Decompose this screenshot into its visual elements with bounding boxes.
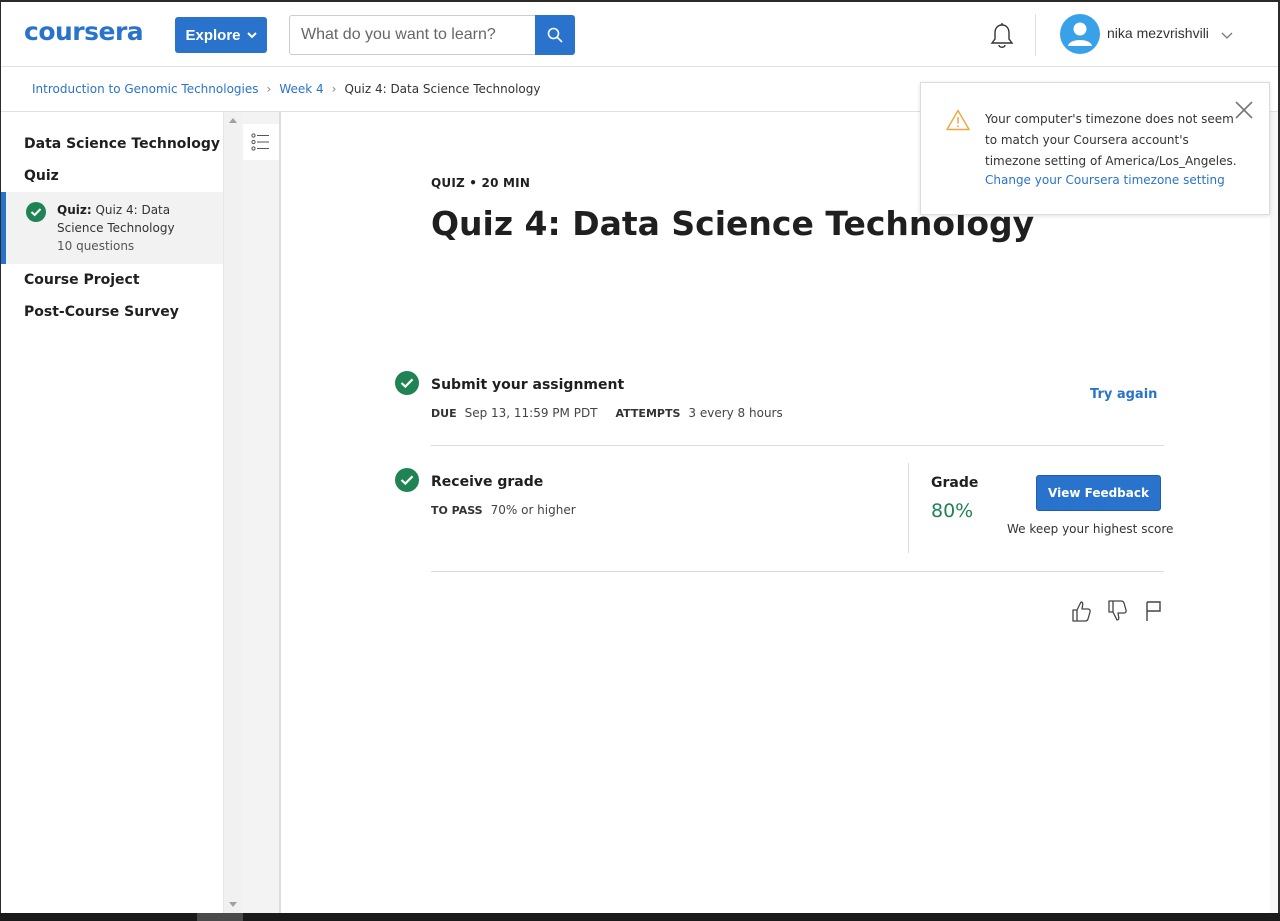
try-again-button[interactable]: Try again: [1090, 387, 1157, 402]
grade-divider: [908, 463, 909, 553]
search-input[interactable]: [289, 15, 535, 55]
close-icon[interactable]: [1233, 99, 1255, 121]
due-value: Sep 13, 11:59 PM PDT: [464, 406, 598, 420]
browser-viewport: coursera Explore nika mezvrishvili Intro…: [1, 2, 1278, 913]
sidebar-scrollbar[interactable]: [223, 112, 241, 913]
timezone-warning-toast: Your computer's timezone does not seem t…: [920, 82, 1270, 215]
horizontal-scrollbar-track[interactable]: [0, 913, 1280, 921]
sidebar-section-quiz[interactable]: Quiz: [24, 168, 59, 184]
coursera-logo[interactable]: coursera: [24, 17, 144, 46]
submit-assignment-title: Submit your assignment: [431, 377, 625, 393]
chevron-right-icon: ›: [266, 82, 272, 96]
due-label: DUE: [431, 407, 457, 420]
search-button[interactable]: [535, 15, 575, 55]
chevron-down-icon[interactable]: [1221, 30, 1233, 40]
change-timezone-link[interactable]: Change your Coursera timezone setting: [985, 173, 1225, 187]
submit-meta: DUE Sep 13, 11:59 PM PDT ATTEMPTS 3 ever…: [431, 406, 783, 420]
thumbs-up-icon[interactable]: [1070, 599, 1092, 623]
attempts-label: ATTEMPTS: [615, 407, 681, 420]
breadcrumb-current: Quiz 4: Data Science Technology: [344, 82, 541, 96]
check-circle-icon: [395, 371, 419, 395]
attempts-value: 3 every 8 hours: [688, 406, 783, 420]
sidebar-item-prefix: Quiz:: [57, 203, 92, 217]
toast-message: Your computer's timezone does not seem t…: [985, 112, 1237, 168]
section-divider: [431, 571, 1164, 572]
warning-icon: [946, 109, 970, 131]
breadcrumb: Introduction to Genomic Technologies › W…: [32, 82, 540, 96]
list-icon: [251, 133, 269, 151]
sidebar-section-course-project[interactable]: Course Project: [24, 272, 140, 288]
highest-score-note: We keep your highest score: [1007, 522, 1174, 536]
explore-label: Explore: [185, 26, 241, 44]
chevron-right-icon: ›: [331, 82, 337, 96]
view-feedback-button[interactable]: View Feedback: [1036, 475, 1161, 511]
quiz-meta: QUIZ • 20 MIN: [431, 176, 531, 190]
rating-actions: [1070, 599, 1164, 623]
breadcrumb-week-link[interactable]: Week 4: [279, 82, 323, 96]
chevron-down-icon: [246, 32, 257, 39]
scroll-up-arrow-icon[interactable]: [229, 118, 237, 123]
header-divider: [1035, 14, 1036, 56]
receive-grade-title: Receive grade: [431, 474, 544, 490]
sidebar-section-data-science[interactable]: Data Science Technology: [24, 136, 220, 152]
section-divider: [431, 445, 1164, 446]
horizontal-scrollbar-thumb[interactable]: [197, 913, 243, 921]
to-pass-label: TO PASS: [431, 504, 483, 517]
course-sidebar: Data Science Technology Quiz Quiz: Quiz …: [1, 112, 223, 913]
check-circle-icon: [395, 468, 419, 492]
notification-bell-icon[interactable]: [989, 22, 1015, 50]
scroll-down-arrow-icon[interactable]: [229, 902, 237, 907]
to-pass-value: 70% or higher: [490, 503, 576, 517]
page-scrollbar[interactable]: [1270, 112, 1278, 913]
sidebar-item-quiz-4[interactable]: Quiz: Quiz 4: Data Science Technology 10…: [1, 192, 223, 264]
grade-value: 80%: [931, 500, 974, 522]
thumbs-down-icon[interactable]: [1106, 599, 1128, 623]
explore-button[interactable]: Explore: [175, 17, 267, 53]
toc-strip: [241, 112, 281, 913]
user-silhouette-icon: [1068, 22, 1092, 46]
receive-meta: TO PASS 70% or higher: [431, 503, 576, 517]
top-header: coursera Explore nika mezvrishvili: [1, 2, 1278, 67]
username[interactable]: nika mezvrishvili: [1107, 25, 1209, 41]
check-circle-icon: [26, 202, 46, 222]
avatar[interactable]: [1060, 14, 1100, 54]
search-icon: [547, 27, 563, 43]
sidebar-section-survey[interactable]: Post-Course Survey: [24, 304, 179, 320]
grade-label: Grade: [931, 475, 979, 491]
breadcrumb-course-link[interactable]: Introduction to Genomic Technologies: [32, 82, 259, 96]
sidebar-item-title: Quiz: Quiz 4: Data Science Technology: [57, 201, 207, 237]
toggle-outline-button[interactable]: [243, 124, 279, 160]
sidebar-item-subtitle: 10 questions: [57, 239, 135, 253]
flag-icon[interactable]: [1142, 599, 1164, 623]
